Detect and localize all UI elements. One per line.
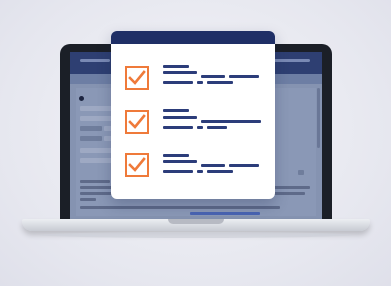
checklist-card bbox=[111, 31, 275, 199]
checklist-text-line bbox=[207, 126, 227, 129]
checklist-text-line bbox=[163, 126, 193, 129]
screen-field-label bbox=[80, 126, 102, 131]
checklist-text-line bbox=[201, 164, 225, 167]
checkbox-checked bbox=[125, 153, 149, 177]
checklist-text-line bbox=[197, 81, 203, 84]
checklist-text-line bbox=[207, 170, 233, 173]
checklist-text-line bbox=[201, 120, 261, 123]
checkmark-icon bbox=[128, 157, 146, 172]
screen-header-text bbox=[80, 59, 110, 62]
checklist-text-line bbox=[163, 116, 197, 119]
screen-text-line bbox=[80, 198, 96, 201]
checklist-text-line bbox=[163, 109, 189, 112]
screen-header-text bbox=[270, 59, 310, 62]
checkmark-icon bbox=[128, 70, 146, 85]
checklist-text-line bbox=[163, 170, 193, 173]
screen-bullet bbox=[79, 96, 84, 101]
screen-field bbox=[80, 116, 114, 121]
checkbox-checked bbox=[125, 110, 149, 134]
checklist-text-line bbox=[197, 126, 203, 129]
checklist-text-line bbox=[163, 71, 197, 74]
screen-text-line bbox=[80, 206, 280, 209]
checklist-text-line bbox=[163, 154, 189, 157]
checklist-text-line bbox=[163, 160, 197, 163]
checklist-text-line bbox=[201, 75, 225, 78]
checkmark-icon bbox=[128, 114, 146, 129]
screen-field-label bbox=[80, 136, 102, 141]
screen-text-line bbox=[80, 180, 110, 183]
checklist-text-line bbox=[197, 170, 203, 173]
laptop-shadow bbox=[40, 232, 352, 238]
laptop-notch bbox=[168, 219, 224, 224]
screen-scrollbar bbox=[317, 88, 320, 148]
checklist-text-line bbox=[163, 81, 193, 84]
screen-link bbox=[190, 212, 260, 215]
checklist-text-line bbox=[229, 75, 259, 78]
checklist-text-line bbox=[229, 164, 259, 167]
checkbox-checked bbox=[125, 66, 149, 90]
checklist-card-header bbox=[111, 31, 275, 44]
checklist-text-line bbox=[207, 81, 233, 84]
checklist-text-line bbox=[163, 65, 189, 68]
screen-small-icon bbox=[298, 170, 304, 175]
